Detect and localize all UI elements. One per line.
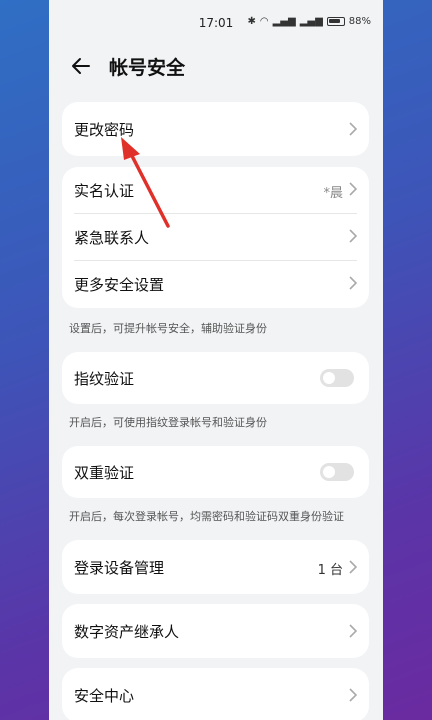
hint-two-step: 开启后，每次登录帐号，均需密码和验证码双重身份验证 bbox=[69, 510, 344, 523]
hint-fingerprint: 开启后，可使用指纹登录帐号和验证身份 bbox=[69, 416, 267, 429]
row-label: 紧急联系人 bbox=[74, 229, 150, 247]
row-label: 登录设备管理 bbox=[74, 558, 165, 577]
chevron-right-icon bbox=[349, 276, 357, 290]
hint-after-settings: 设置后，可提升帐号安全，辅助验证身份 bbox=[69, 322, 267, 335]
back-arrow-icon[interactable] bbox=[69, 54, 93, 78]
chevron-right-icon bbox=[349, 122, 357, 136]
two-step-toggle[interactable] bbox=[320, 463, 354, 481]
row-two-step: 双重验证 bbox=[62, 446, 369, 498]
card-digital-heir: 数字资产继承人 bbox=[62, 604, 369, 658]
battery-percent: 88% bbox=[348, 16, 371, 27]
status-icons: ✱ ◠ ▂▄▆ ▂▄▆ 88% bbox=[247, 16, 371, 27]
chevron-right-icon bbox=[349, 624, 357, 638]
signal-icon-2: ▂▄▆ bbox=[299, 16, 323, 27]
row-security-center[interactable]: 安全中心 bbox=[62, 668, 369, 720]
row-more-security[interactable]: 更多安全设置 bbox=[62, 261, 369, 308]
battery-icon bbox=[326, 17, 345, 26]
app-bar: 帐号安全 bbox=[49, 44, 383, 88]
chevron-right-icon bbox=[349, 182, 357, 196]
row-label: 更改密码 bbox=[74, 120, 135, 139]
row-label: 数字资产继承人 bbox=[74, 622, 180, 641]
chevron-right-icon bbox=[349, 229, 357, 243]
row-label: 指纹验证 bbox=[74, 369, 135, 388]
phone-screen: 17:01 ✱ ◠ ▂▄▆ ▂▄▆ 88% 帐号安全 更改密码 实名认证 *晨 bbox=[49, 0, 383, 720]
chevron-right-icon bbox=[349, 688, 357, 702]
wifi-icon: ◠ bbox=[259, 16, 269, 27]
page-title: 帐号安全 bbox=[109, 57, 186, 79]
row-digital-heir[interactable]: 数字资产继承人 bbox=[62, 604, 369, 658]
row-label: 双重验证 bbox=[74, 463, 135, 482]
row-device-management[interactable]: 登录设备管理 1 台 bbox=[62, 540, 369, 594]
row-real-name[interactable]: 实名认证 *晨 bbox=[62, 167, 369, 214]
row-emergency-contact[interactable]: 紧急联系人 bbox=[62, 214, 369, 261]
row-label: 安全中心 bbox=[74, 686, 135, 705]
card-identity: 实名认证 *晨 紧急联系人 更多安全设置 bbox=[62, 167, 369, 308]
row-value: *晨 bbox=[323, 186, 343, 201]
card-device-management: 登录设备管理 1 台 bbox=[62, 540, 369, 594]
row-label: 更多安全设置 bbox=[74, 276, 165, 294]
card-two-step: 双重验证 bbox=[62, 446, 369, 498]
status-bar: 17:01 ✱ ◠ ▂▄▆ ▂▄▆ 88% bbox=[49, 0, 383, 44]
card-change-password: 更改密码 bbox=[62, 102, 369, 156]
device-count: 1 台 bbox=[317, 563, 343, 578]
card-security-center: 安全中心 bbox=[62, 668, 369, 720]
row-label: 实名认证 bbox=[74, 182, 135, 200]
signal-icon: ▂▄▆ bbox=[272, 16, 296, 27]
card-fingerprint: 指纹验证 bbox=[62, 352, 369, 404]
chevron-right-icon bbox=[349, 560, 357, 574]
fingerprint-toggle[interactable] bbox=[320, 369, 354, 387]
row-fingerprint: 指纹验证 bbox=[62, 352, 369, 404]
row-change-password[interactable]: 更改密码 bbox=[62, 102, 369, 156]
bluetooth-icon: ✱ bbox=[247, 16, 256, 27]
